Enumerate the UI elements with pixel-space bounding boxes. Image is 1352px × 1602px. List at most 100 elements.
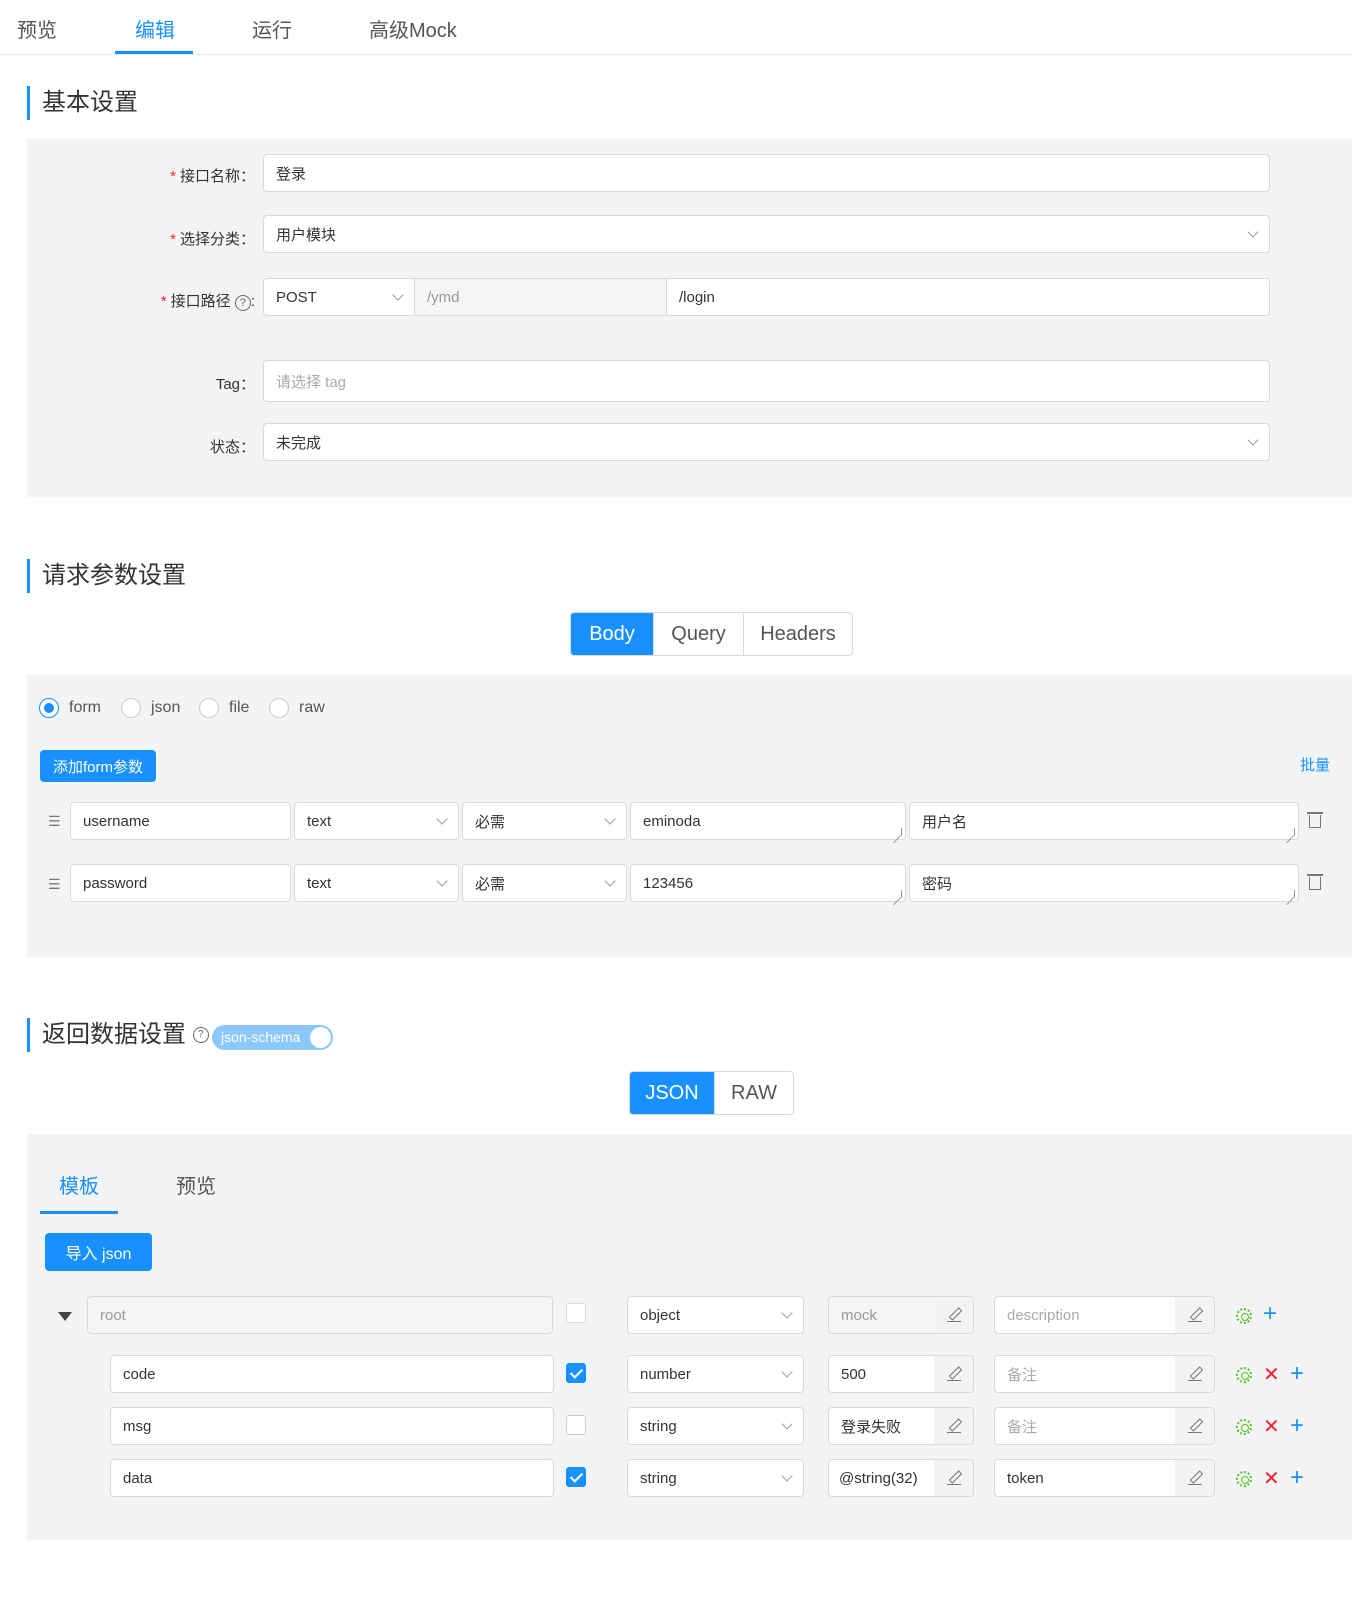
collapse-caret-icon[interactable] <box>58 1312 72 1321</box>
field-mock-input[interactable]: 登录失败 <box>828 1407 935 1445</box>
drag-handle-icon[interactable]: ☰ <box>48 813 62 830</box>
param-example-textarea[interactable]: eminoda <box>630 802 906 840</box>
plus-icon[interactable]: + <box>1290 1466 1304 1490</box>
bulk-edit-link[interactable]: 批量 <box>1300 754 1330 775</box>
param-desc-textarea[interactable]: 密码 <box>909 864 1299 902</box>
chevron-down-icon <box>781 1307 793 1319</box>
tab-body[interactable]: Body <box>571 613 654 655</box>
settings-icon[interactable] <box>1236 1419 1252 1435</box>
field-required-checkbox[interactable] <box>566 1363 586 1383</box>
param-type-select[interactable]: text <box>294 864 459 902</box>
radio-raw[interactable]: raw <box>269 698 325 718</box>
method-select[interactable]: POST <box>263 278 415 316</box>
chevron-down-icon <box>604 875 616 887</box>
field-name-input[interactable]: data <box>110 1459 554 1497</box>
edit-icon[interactable] <box>934 1355 974 1393</box>
field-name-input[interactable]: msg <box>110 1407 554 1445</box>
param-required-select[interactable]: 必需 <box>462 864 627 902</box>
settings-icon[interactable] <box>1236 1308 1252 1324</box>
edit-icon[interactable] <box>1175 1355 1215 1393</box>
interface-name-input[interactable]: 登录 <box>263 154 1270 192</box>
field-mock-input[interactable]: 500 <box>828 1355 935 1393</box>
field-type-select[interactable]: string <box>627 1407 804 1445</box>
tab-preview-json[interactable]: 预览 <box>176 1170 216 1199</box>
plus-icon[interactable]: + <box>1290 1414 1304 1438</box>
field-type-select[interactable]: string <box>627 1459 804 1497</box>
root-required-checkbox <box>566 1303 586 1323</box>
active-tab-indicator <box>115 51 193 54</box>
resize-handle-icon[interactable] <box>1287 828 1295 836</box>
resize-handle-icon[interactable] <box>894 828 902 836</box>
tab-template[interactable]: 模板 <box>59 1170 99 1199</box>
param-desc-textarea[interactable]: 用户名 <box>909 802 1299 840</box>
category-select[interactable]: 用户模块 <box>263 215 1270 253</box>
field-desc-input[interactable]: 备注 <box>994 1407 1176 1445</box>
close-icon[interactable]: ✕ <box>1263 1365 1280 1385</box>
field-type-select[interactable]: number <box>627 1355 804 1393</box>
resize-handle-icon[interactable] <box>894 890 902 898</box>
tab-headers[interactable]: Headers <box>744 613 852 655</box>
param-name-input[interactable]: password <box>70 864 291 902</box>
field-required-checkbox[interactable] <box>566 1415 586 1435</box>
json-schema-switch[interactable]: json-schema <box>212 1025 333 1050</box>
tab-query[interactable]: Query <box>654 613 744 655</box>
param-example-textarea[interactable]: 123456 <box>630 864 906 902</box>
edit-icon[interactable] <box>934 1459 974 1497</box>
response-settings-title: 返回数据设置 ? <box>27 1018 209 1052</box>
field-desc-input[interactable]: token <box>994 1459 1176 1497</box>
plus-icon[interactable]: + <box>1290 1362 1304 1386</box>
root-type-select[interactable]: object <box>627 1296 804 1334</box>
radio-form[interactable]: form <box>39 698 101 718</box>
close-icon[interactable]: ✕ <box>1263 1469 1280 1489</box>
root-description-input[interactable]: description <box>994 1296 1176 1334</box>
chevron-down-icon <box>1247 434 1259 446</box>
edit-icon[interactable] <box>934 1296 974 1334</box>
add-form-param-button[interactable]: 添加form参数 <box>40 750 156 782</box>
tab-advanced-mock[interactable]: 高级Mock <box>369 14 457 43</box>
resize-handle-icon[interactable] <box>1287 890 1295 898</box>
tab-json[interactable]: JSON <box>630 1072 715 1114</box>
tab-edit[interactable]: 编辑 <box>135 14 175 43</box>
help-icon[interactable]: ? <box>234 295 251 311</box>
response-tabs: JSON RAW <box>629 1071 794 1115</box>
close-icon[interactable]: ✕ <box>1263 1417 1280 1437</box>
category-label: * 选择分类： <box>170 231 255 248</box>
drag-handle-icon[interactable]: ☰ <box>48 876 62 893</box>
request-settings-title: 请求参数设置 <box>27 559 186 593</box>
path-input[interactable]: /login <box>666 278 1270 316</box>
radio-json[interactable]: json <box>121 698 180 718</box>
param-name-input[interactable]: username <box>70 802 291 840</box>
edit-icon[interactable] <box>1175 1459 1215 1497</box>
tab-run[interactable]: 运行 <box>252 14 292 43</box>
edit-icon[interactable] <box>1175 1296 1215 1334</box>
status-select[interactable]: 未完成 <box>263 423 1270 461</box>
param-required-select[interactable]: 必需 <box>462 802 627 840</box>
root-name-field: root <box>87 1296 553 1334</box>
help-icon[interactable]: ? <box>192 1027 209 1043</box>
plus-icon[interactable]: + <box>1263 1302 1277 1326</box>
radio-file[interactable]: file <box>199 698 249 718</box>
chevron-down-icon <box>781 1366 793 1378</box>
edit-icon[interactable] <box>1175 1407 1215 1445</box>
trash-icon[interactable] <box>1307 874 1323 890</box>
settings-icon[interactable] <box>1236 1367 1252 1383</box>
tab-preview[interactable]: 预览 <box>17 14 57 43</box>
edit-icon[interactable] <box>934 1407 974 1445</box>
field-required-checkbox[interactable] <box>566 1467 586 1487</box>
tag-select[interactable]: 请选择 tag <box>263 360 1270 402</box>
field-name-input[interactable]: code <box>110 1355 554 1393</box>
field-mock-input[interactable]: @string(32) <box>828 1459 935 1497</box>
tab-raw[interactable]: RAW <box>715 1072 793 1114</box>
chevron-down-icon <box>1247 226 1259 238</box>
interface-name-label: * 接口名称： <box>170 168 255 185</box>
root-mock-input: mock <box>828 1296 935 1334</box>
settings-icon[interactable] <box>1236 1471 1252 1487</box>
import-json-button[interactable]: 导入 json <box>45 1233 152 1271</box>
chevron-down-icon <box>392 289 404 301</box>
field-desc-input[interactable]: 备注 <box>994 1355 1176 1393</box>
param-type-select[interactable]: text <box>294 802 459 840</box>
tabs-divider <box>0 54 1352 55</box>
trash-icon[interactable] <box>1307 812 1323 828</box>
path-label: * 接口路径 ?: <box>160 293 255 311</box>
chevron-down-icon <box>781 1470 793 1482</box>
